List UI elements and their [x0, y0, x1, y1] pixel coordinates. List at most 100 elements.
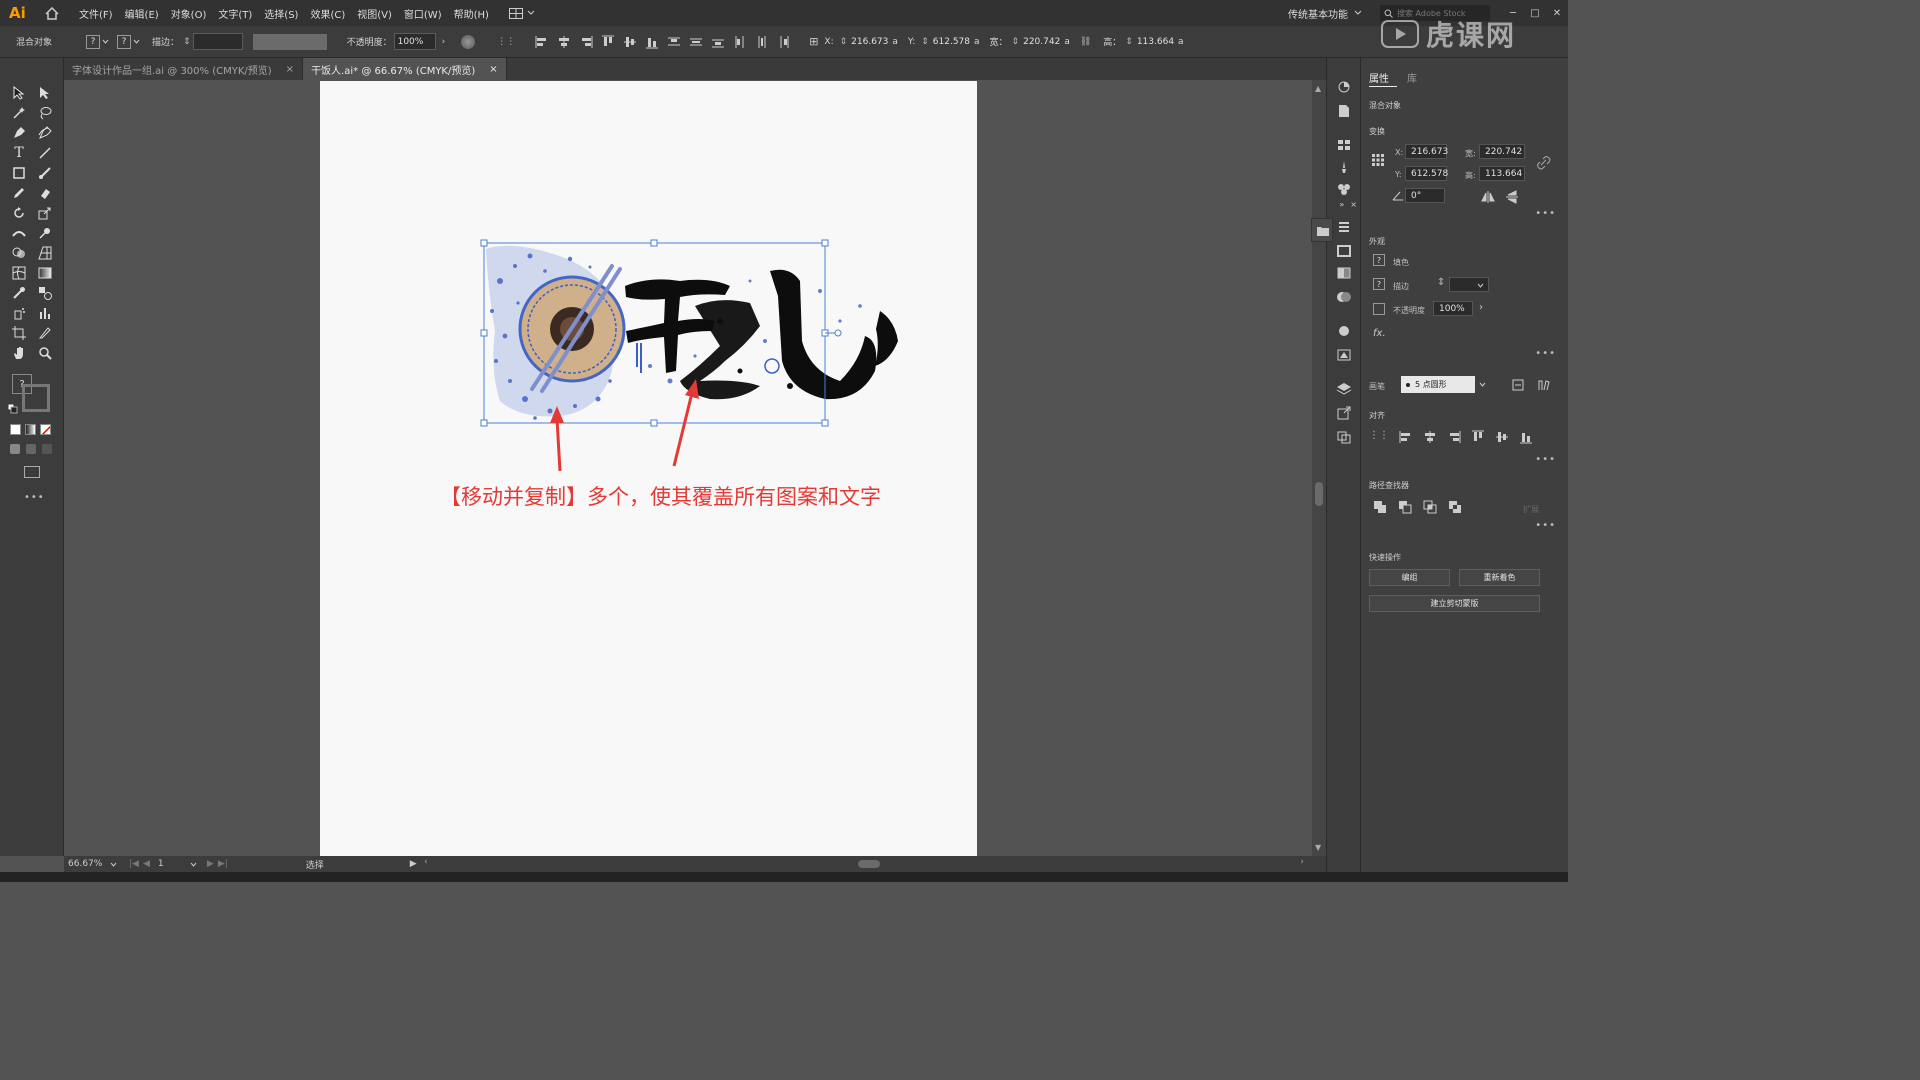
close-icon[interactable]: ✕: [1546, 8, 1568, 19]
vertical-scrollbar[interactable]: ▲ ▼: [1312, 80, 1326, 856]
chevron-down-icon[interactable]: [1479, 382, 1486, 387]
align-top-icon[interactable]: [601, 35, 615, 49]
close-icon[interactable]: ×: [286, 64, 294, 75]
menu-type[interactable]: 文字(T): [212, 6, 258, 21]
reference-point-icon[interactable]: ⊞: [809, 35, 818, 48]
chevron-right-icon[interactable]: ›: [442, 37, 446, 47]
flip-horizontal-icon[interactable]: [1481, 190, 1495, 204]
column-graph-tool-icon[interactable]: [36, 304, 54, 322]
align-vcenter-icon[interactable]: [623, 35, 637, 49]
exclude-icon[interactable]: [1448, 500, 1462, 514]
align-bottom-icon[interactable]: [645, 35, 659, 49]
default-colors-icon[interactable]: [7, 403, 18, 414]
menu-effect[interactable]: 效果(C): [304, 6, 351, 21]
selection-tool-icon[interactable]: [10, 84, 28, 102]
workspace-switcher[interactable]: 传统基本功能: [1288, 6, 1348, 21]
hand-tool-icon[interactable]: [10, 344, 28, 362]
chevron-down-icon[interactable]: [190, 862, 197, 867]
align-bottom-icon[interactable]: [1519, 430, 1533, 444]
menu-file[interactable]: 文件(F): [73, 6, 119, 21]
lasso-tool-icon[interactable]: [36, 104, 54, 122]
align-left-icon[interactable]: [1399, 430, 1413, 444]
status-menu-icon[interactable]: ▶: [410, 859, 417, 869]
align-hcenter-icon[interactable]: [557, 35, 571, 49]
y-field[interactable]: 612.578: [1405, 166, 1448, 181]
stroke-swatch[interactable]: ?: [117, 34, 132, 49]
align-right-icon[interactable]: [1447, 430, 1461, 444]
chevron-down-icon[interactable]: [110, 862, 117, 867]
stroke-stepper-icon[interactable]: ⇕: [1437, 277, 1445, 288]
perspective-grid-tool-icon[interactable]: [36, 244, 54, 262]
distribute-right-icon[interactable]: [777, 35, 791, 49]
scroll-left-icon[interactable]: ‹: [424, 857, 428, 867]
rotate-tool-icon[interactable]: [10, 204, 28, 222]
link-proportions-icon[interactable]: ⛓: [1080, 37, 1091, 47]
opacity-field[interactable]: 100%: [393, 33, 436, 50]
width-tool-icon[interactable]: [10, 224, 28, 242]
symbol-sprayer-tool-icon[interactable]: [10, 304, 28, 322]
more-options-icon[interactable]: •••: [1535, 454, 1556, 465]
first-page-icon[interactable]: |◀: [129, 859, 139, 869]
brush-dropdown[interactable]: 5 点圆形: [1401, 376, 1475, 393]
menu-window[interactable]: 窗口(W): [398, 6, 448, 21]
align-right-icon[interactable]: [579, 35, 593, 49]
draw-behind-icon[interactable]: [26, 444, 36, 454]
tab-document-1[interactable]: 字体设计作品一组.ai @ 300% (CMYK/预览) ×: [64, 58, 304, 80]
intersect-icon[interactable]: [1423, 500, 1437, 514]
rotation-field[interactable]: 0°: [1405, 188, 1445, 203]
fill-swatch[interactable]: ?: [1373, 254, 1385, 266]
gradient-panel-icon[interactable]: [1336, 266, 1352, 280]
h-field[interactable]: 113.664: [1137, 37, 1174, 47]
scroll-right-icon[interactable]: ›: [1300, 857, 1304, 867]
gradient-icon[interactable]: [25, 424, 36, 435]
shape-builder-tool-icon[interactable]: [10, 244, 28, 262]
transparency-icon[interactable]: [1336, 290, 1352, 304]
maximize-icon[interactable]: □: [1524, 8, 1546, 19]
scroll-up-icon[interactable]: ▲: [1315, 84, 1321, 93]
y-field[interactable]: 612.578: [933, 37, 970, 47]
opacity-swatch[interactable]: [1373, 303, 1385, 315]
stroke-swatch[interactable]: ?: [1373, 278, 1385, 290]
distribute-bottom-icon[interactable]: [711, 35, 725, 49]
symbols-icon[interactable]: [1336, 182, 1352, 196]
align-to-icon[interactable]: ⋮⋮: [497, 37, 515, 47]
layers-icon[interactable]: [1336, 382, 1352, 396]
color-icon[interactable]: [10, 424, 21, 435]
h-field[interactable]: 113.664: [1479, 166, 1525, 181]
menu-object[interactable]: 对象(O): [165, 6, 213, 21]
draw-normal-icon[interactable]: [10, 444, 20, 454]
align-vcenter-icon[interactable]: [1495, 430, 1509, 444]
color-guide-icon[interactable]: [1336, 80, 1352, 94]
brush-library-icon[interactable]: [1537, 378, 1551, 392]
make-clipping-mask-button[interactable]: 建立剪切蒙版: [1369, 595, 1540, 612]
artboard[interactable]: 【移动并复制】多个，使其覆盖所有图案和文字: [320, 81, 977, 856]
graphic-styles-icon[interactable]: [1336, 348, 1352, 362]
tab-properties[interactable]: 属性: [1369, 70, 1389, 85]
export-icon[interactable]: [1336, 406, 1352, 420]
magic-wand-tool-icon[interactable]: [10, 104, 28, 122]
stroke-stepper-icon[interactable]: ⇕: [183, 37, 191, 47]
align-to-icon[interactable]: ⋮⋮: [1369, 430, 1389, 444]
canvas-area[interactable]: 【移动并复制】多个，使其覆盖所有图案和文字: [64, 80, 1312, 856]
stroke-panel-icon[interactable]: [1336, 244, 1352, 258]
zoom-level[interactable]: 66.67%: [68, 859, 104, 869]
eyedropper-tool-icon[interactable]: [10, 284, 28, 302]
mesh-tool-icon[interactable]: [10, 264, 28, 282]
chevron-down-icon[interactable]: [1477, 283, 1484, 288]
more-options-icon[interactable]: •••: [1535, 520, 1556, 531]
h-stepper-icon[interactable]: ⇕: [1125, 37, 1133, 47]
tab-document-2[interactable]: 干饭人.ai* @ 66.67% (CMYK/预览) ×: [303, 58, 507, 80]
draw-inside-icon[interactable]: [42, 444, 52, 454]
reference-point-icon[interactable]: [1371, 153, 1385, 167]
zoom-tool-icon[interactable]: [36, 344, 54, 362]
active-panel-tab[interactable]: [1311, 218, 1333, 242]
pen-tool-icon[interactable]: [10, 124, 28, 142]
w-stepper-icon[interactable]: ⇕: [1012, 37, 1020, 47]
link-icon[interactable]: [1537, 156, 1551, 170]
direct-selection-tool-icon[interactable]: [36, 84, 54, 102]
x-field[interactable]: 216.673: [1405, 144, 1448, 159]
type-tool-icon[interactable]: T: [10, 144, 28, 162]
rectangle-tool-icon[interactable]: [10, 164, 28, 182]
hscrollbar-thumb[interactable]: [858, 860, 880, 868]
close-icon[interactable]: ×: [489, 64, 497, 75]
